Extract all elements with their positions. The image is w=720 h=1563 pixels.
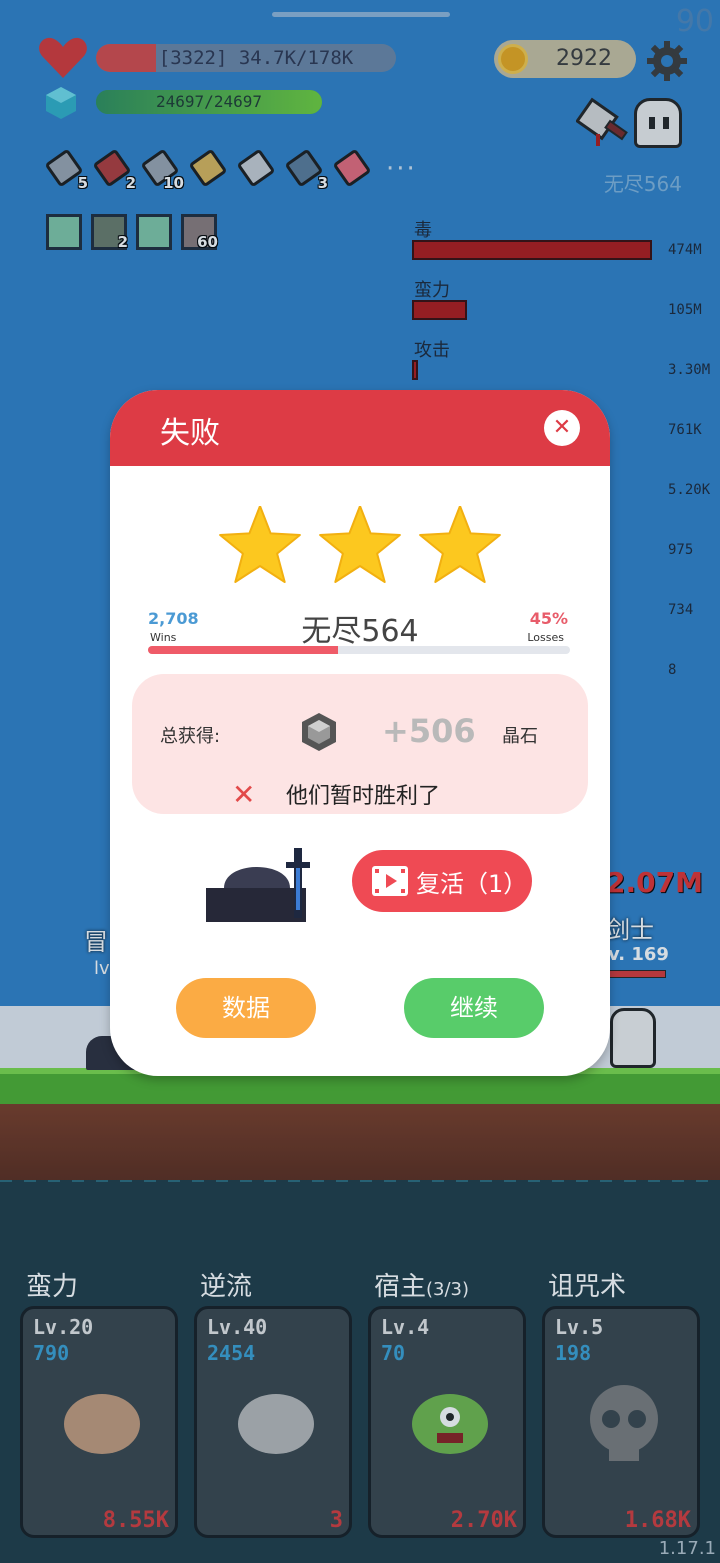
- continue-button[interactable]: 继续: [404, 978, 544, 1038]
- reward-label: 总获得:: [160, 726, 221, 747]
- data-button[interactable]: 数据: [176, 978, 316, 1038]
- dialog-title: 失败: [160, 416, 220, 451]
- fail-message: 他们暂时胜利了: [286, 784, 441, 809]
- video-icon: [372, 866, 408, 896]
- wins-label: Wins: [150, 631, 177, 644]
- reward-panel: 总获得: +506 晶石 ✕ 他们暂时胜利了: [132, 674, 588, 814]
- wins-count: 2,708: [148, 609, 199, 628]
- losses-label: Losses: [527, 631, 564, 644]
- defeat-dialog: 失败 ✕ 无尽564 2,708 Wins 45% Losses 总获得: +5…: [110, 390, 610, 1076]
- star-rating: [219, 506, 501, 583]
- dialog-header: 失败 ✕: [110, 390, 610, 466]
- tombstone-sword-icon: [206, 848, 310, 922]
- reward-unit: 晶石: [502, 726, 538, 747]
- crystal-icon: [302, 713, 336, 751]
- loss-percent: 45%: [529, 609, 568, 628]
- star-icon: [219, 506, 301, 583]
- reward-amount: +506: [382, 712, 476, 750]
- close-icon[interactable]: ✕: [544, 410, 580, 446]
- star-icon: [419, 506, 501, 583]
- star-icon: [319, 506, 401, 583]
- revive-label: 复活（1）: [416, 870, 528, 898]
- fail-x-icon: ✕: [232, 778, 256, 811]
- revive-button[interactable]: 复活（1）: [352, 850, 532, 912]
- win-loss-bar: [148, 646, 570, 654]
